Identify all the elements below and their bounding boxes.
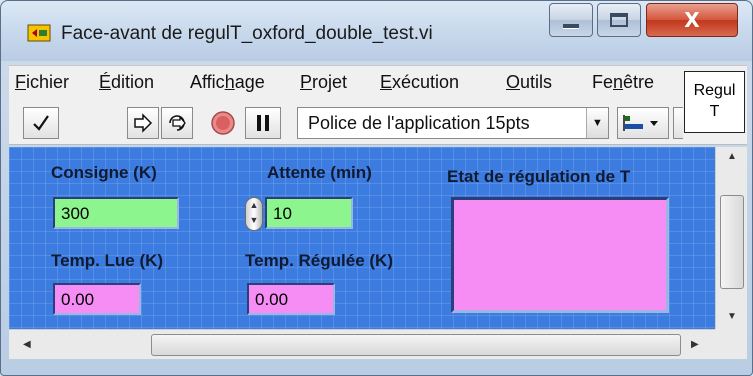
toolbar: Police de l'application 15pts ▼ (9, 101, 747, 145)
resize-grip-icon[interactable] (715, 329, 747, 359)
menu-bar: Fichier Édition Affichage Projet Exécuti… (9, 65, 747, 101)
close-icon: X (684, 8, 700, 32)
tooltip-line-1: Regul (693, 82, 736, 99)
abort-button[interactable] (207, 107, 239, 139)
minimize-button[interactable] (549, 3, 593, 37)
run-continuously-icon (169, 115, 186, 131)
scroll-down-icon[interactable]: ▼ (727, 311, 737, 322)
run-button[interactable] (127, 107, 159, 139)
menu-execution[interactable]: Exécution (380, 72, 459, 93)
vertical-scrollbar[interactable]: ▲ ▼ (715, 147, 747, 329)
etat-regulation-indicator (451, 197, 669, 313)
run-continuously-button[interactable] (161, 107, 193, 139)
front-panel: Consigne (K) 300 Attente (min) ▲ ▼ 10 Et… (9, 147, 715, 329)
run-arrow-icon (134, 113, 153, 133)
font-select-value: Police de l'application 15pts (308, 113, 530, 133)
distribute-objects-button[interactable] (673, 107, 683, 139)
scroll-right-icon[interactable]: ▶ (691, 339, 699, 350)
horizontal-scrollbar[interactable]: ◀ ▶ (9, 329, 715, 359)
labview-window: Face-avant de regulT_oxford_double_test.… (0, 0, 753, 376)
pause-icon (257, 115, 269, 131)
align-objects-button[interactable] (617, 107, 669, 139)
temp-regulee-indicator: 0.00 (247, 283, 335, 315)
pause-button[interactable] (245, 107, 281, 139)
consigne-label: Consigne (K) (51, 163, 157, 182)
scroll-left-icon[interactable]: ◀ (23, 339, 31, 350)
maximize-button[interactable] (597, 3, 641, 37)
horizontal-scroll-thumb[interactable] (151, 334, 681, 356)
confirm-button[interactable] (23, 107, 59, 139)
menu-fenetre[interactable]: Fenêtre (592, 72, 654, 93)
temp-lue-indicator: 0.00 (53, 283, 141, 315)
temp-regulee-label: Temp. Régulée (K) (245, 251, 393, 270)
menu-edition[interactable]: Édition (99, 72, 154, 93)
labview-vi-icon (27, 24, 51, 42)
attente-label: Attente (min) (267, 163, 372, 182)
consigne-input[interactable]: 300 (53, 197, 179, 229)
menu-affichage[interactable]: Affichage (190, 72, 265, 93)
etat-regulation-label: Etat de régulation de T (447, 167, 631, 186)
checkmark-icon (33, 115, 49, 131)
tooltip-line-2: T (709, 103, 720, 120)
minimize-icon (563, 24, 579, 28)
tooltip-regul-t: Regul T (684, 71, 745, 133)
window-title: Face-avant de regulT_oxford_double_test.… (61, 23, 433, 44)
menu-projet[interactable]: Projet (300, 72, 347, 93)
attente-stepper[interactable]: ▲ ▼ (245, 197, 263, 231)
menu-fichier[interactable]: Fichier (15, 72, 69, 93)
font-select[interactable]: Police de l'application 15pts ▼ (297, 107, 609, 139)
title-bar[interactable]: Face-avant de regulT_oxford_double_test.… (1, 1, 752, 61)
decrement-arrow-icon[interactable]: ▼ (246, 213, 262, 228)
attente-input[interactable]: 10 (265, 197, 353, 229)
vertical-scroll-thumb[interactable] (720, 195, 744, 289)
scroll-up-icon[interactable]: ▲ (727, 151, 737, 162)
align-objects-icon (623, 115, 658, 131)
menu-outils[interactable]: Outils (506, 72, 552, 93)
temp-lue-label: Temp. Lue (K) (51, 251, 164, 270)
stop-icon (211, 111, 235, 135)
chevron-down-icon: ▼ (586, 108, 608, 138)
maximize-icon (610, 13, 628, 27)
increment-arrow-icon[interactable]: ▲ (246, 198, 262, 213)
close-button[interactable]: X (646, 3, 738, 37)
